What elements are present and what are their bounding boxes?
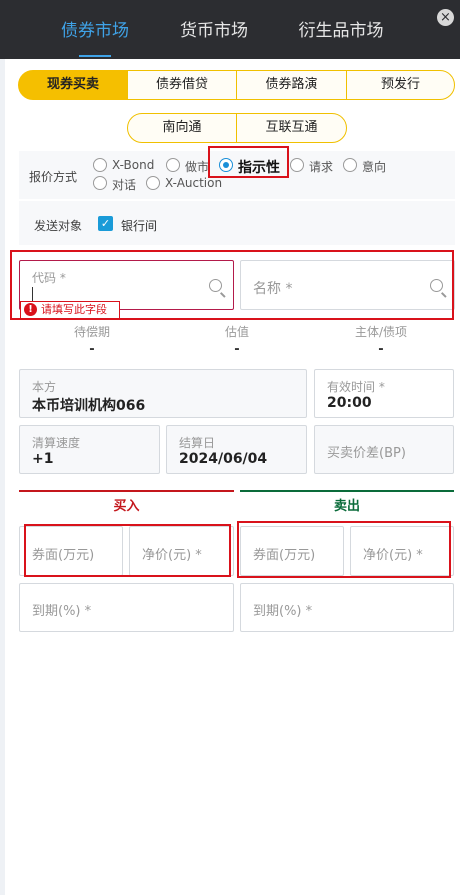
sell-header: 卖出 bbox=[240, 490, 454, 520]
valid-time-label: 有效时间 * bbox=[327, 380, 385, 394]
rating-value: - bbox=[378, 342, 384, 357]
highlight-search-fields bbox=[10, 250, 454, 320]
settle-speed-field[interactable]: 清算速度 +1 bbox=[19, 425, 160, 474]
sell-yield-input[interactable]: 到期(%) * bbox=[240, 583, 454, 632]
radio-request[interactable] bbox=[290, 158, 304, 172]
radio-dialogue-label[interactable]: 对话 bbox=[112, 176, 136, 193]
settle-date-field[interactable]: 结算日 2024/06/04 bbox=[166, 425, 307, 474]
buy-yield-input[interactable]: 到期(%) * bbox=[19, 583, 234, 632]
radio-x-auction[interactable] bbox=[146, 176, 160, 190]
radio-intention-label[interactable]: 意向 bbox=[362, 158, 386, 175]
radio-intention[interactable] bbox=[343, 158, 357, 172]
radio-xbond-label[interactable]: X-Bond bbox=[112, 158, 154, 172]
quote-method-label: 报价方式 bbox=[29, 170, 78, 184]
highlight-sell-fields bbox=[237, 521, 451, 578]
maturity-label: 待偿期 bbox=[73, 325, 110, 339]
segment-bond-roadshow[interactable]: 债券路演 bbox=[236, 70, 347, 100]
valid-time-field[interactable]: 有效时间 * 20:00 bbox=[314, 369, 454, 418]
buy-yield-placeholder: 到期(%) * bbox=[32, 604, 92, 619]
settle-date-value: 2024/06/04 bbox=[179, 451, 268, 467]
segment-interconnect[interactable]: 互联互通 bbox=[236, 113, 347, 143]
sell-yield-placeholder: 到期(%) * bbox=[253, 604, 313, 619]
maturity-value: - bbox=[89, 342, 95, 357]
radio-market-making-label[interactable]: 做市 bbox=[185, 158, 209, 175]
valuation-value: - bbox=[234, 342, 240, 357]
highlight-buy-fields bbox=[24, 524, 231, 577]
buy-header: 买入 bbox=[19, 490, 234, 520]
party-label: 本方 bbox=[32, 380, 57, 394]
radio-market-making[interactable] bbox=[166, 158, 180, 172]
interbank-checkbox[interactable]: ✓ bbox=[98, 216, 113, 231]
highlight-indicative bbox=[208, 146, 289, 178]
close-icon[interactable]: × bbox=[437, 9, 454, 26]
radio-xbond[interactable] bbox=[93, 158, 107, 172]
segment-bond-lending[interactable]: 债券借贷 bbox=[127, 70, 237, 100]
settle-speed-label: 清算速度 bbox=[32, 436, 81, 450]
settle-speed-value: +1 bbox=[32, 451, 54, 467]
segment-pre-issue[interactable]: 预发行 bbox=[346, 70, 455, 100]
segment-southbound[interactable]: 南向通 bbox=[127, 113, 237, 143]
tab-money-market[interactable]: 货币市场 bbox=[164, 0, 264, 59]
segment-spot-trade[interactable]: 现券买卖 bbox=[18, 70, 128, 100]
valid-time-value: 20:00 bbox=[327, 395, 372, 411]
radio-request-label[interactable]: 请求 bbox=[309, 158, 333, 175]
send-target-row bbox=[19, 201, 455, 245]
market-tab-bar: 债券市场 货币市场 衍生品市场 × bbox=[0, 0, 460, 59]
radio-x-auction-label[interactable]: X-Auction bbox=[165, 176, 222, 190]
tab-derivatives-market[interactable]: 衍生品市场 bbox=[286, 0, 396, 59]
rating-label: 主体/债项 bbox=[354, 325, 408, 339]
spread-field[interactable]: 买卖价差(BP) bbox=[314, 425, 454, 474]
party-field: 本方 本币培训机构066 bbox=[19, 369, 307, 418]
tab-bond-market[interactable]: 债券市场 bbox=[45, 0, 145, 59]
valuation-label: 估值 bbox=[224, 325, 249, 339]
interbank-label[interactable]: 银行间 bbox=[121, 217, 157, 234]
radio-dialogue[interactable] bbox=[93, 176, 107, 190]
settle-date-label: 结算日 bbox=[179, 436, 216, 450]
send-target-label: 发送对象 bbox=[34, 219, 83, 233]
spread-placeholder: 买卖价差(BP) bbox=[327, 446, 406, 461]
party-value: 本币培训机构066 bbox=[32, 398, 146, 414]
